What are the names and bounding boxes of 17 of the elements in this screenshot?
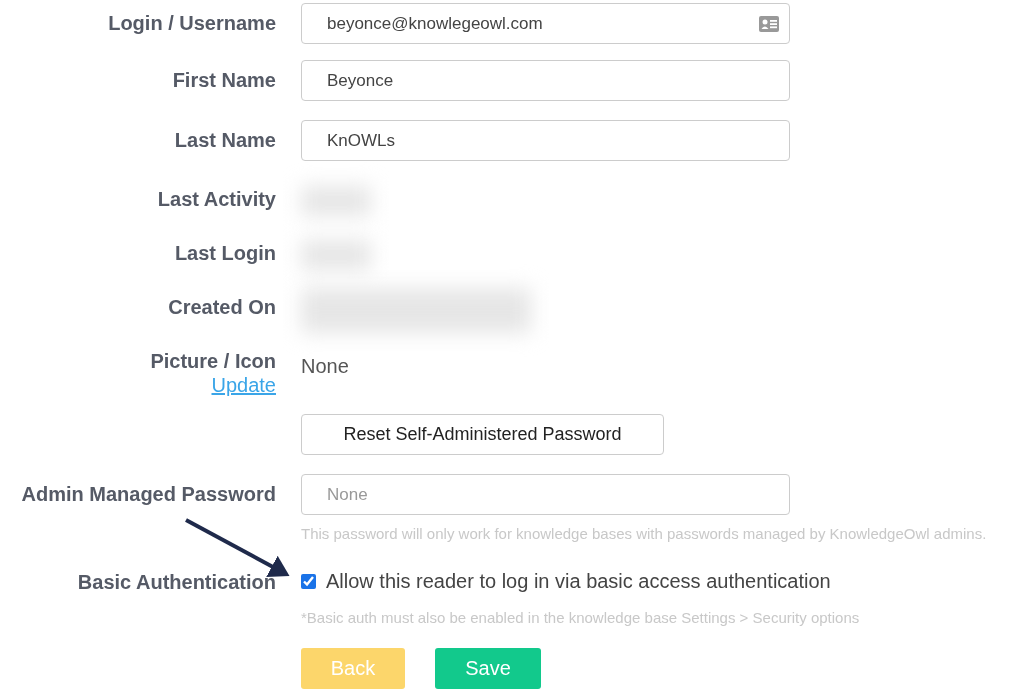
checkbox[interactable] (301, 574, 316, 589)
input-field[interactable]: beyonce@knowlegeowl.com (301, 3, 790, 44)
field-label: Admin Managed Password (21, 482, 276, 506)
field-label: First Name (172, 68, 276, 92)
field-label: Last Name (174, 128, 276, 152)
field-label: Login / Username (108, 11, 276, 35)
input-field[interactable]: Beyonce (301, 60, 790, 101)
field-label: Last Activity (157, 187, 276, 211)
field-label: Last Login (174, 241, 276, 265)
field-label: Basic Authentication (77, 570, 276, 594)
picture-value: None (301, 354, 349, 378)
checkbox-label: Allow this reader to log in via basic access authentication (326, 570, 831, 593)
reset-password-button[interactable]: Reset Self-Administered Password (301, 414, 664, 455)
input-field[interactable]: KnOWLs (301, 120, 790, 161)
field-label: Picture / Icon (150, 349, 276, 373)
field-label: Created On (168, 295, 276, 319)
contact-card-icon (759, 15, 779, 32)
